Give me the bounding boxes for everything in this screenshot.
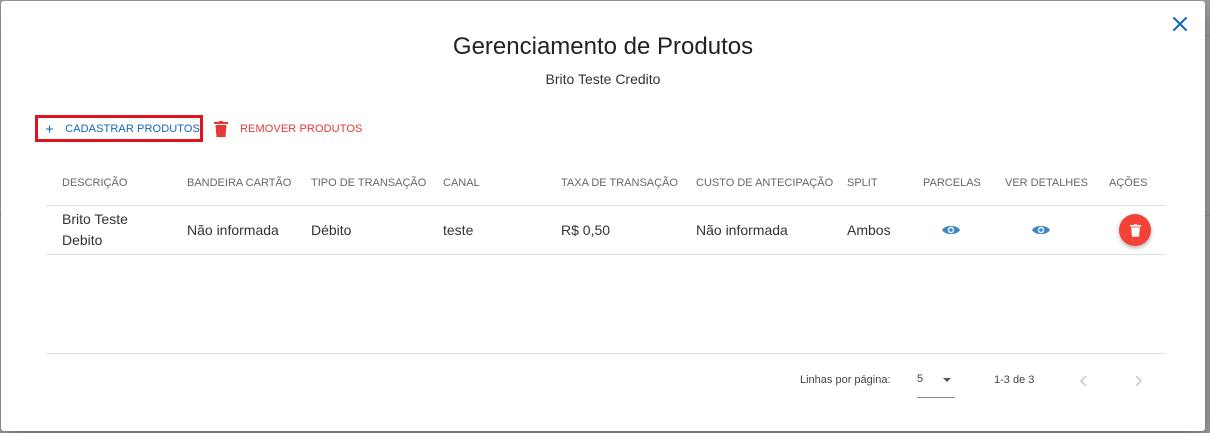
- column-header[interactable]: BANDEIRA CARTÃO: [171, 177, 295, 189]
- column-header: VER DETALHES: [1005, 177, 1088, 189]
- eye-icon[interactable]: [1032, 224, 1050, 236]
- cell-canal: teste: [443, 221, 474, 238]
- column-header[interactable]: TAXA DE TRANSAÇÃO: [545, 177, 680, 189]
- chevron-down-icon: [943, 378, 951, 382]
- dialog-title: Gerenciamento de Produtos: [452, 33, 754, 60]
- cell-taxa: R$ 0,50: [561, 221, 611, 238]
- trash-icon: [214, 120, 228, 137]
- column-header[interactable]: CANAL: [427, 177, 545, 189]
- plus-icon: [46, 124, 54, 133]
- cell-parcelas: [907, 224, 989, 236]
- cell-split: Ambos: [847, 221, 891, 238]
- add-products-button[interactable]: CADASTRAR PRODUTOS: [35, 115, 203, 142]
- cell-tipo: Débito: [311, 221, 352, 238]
- remove-products-button[interactable]: REMOVER PRODUTOS: [212, 115, 362, 142]
- column-header[interactable]: TIPO DE TRANSAÇÃO: [295, 177, 427, 189]
- remove-products-label: REMOVER PRODUTOS: [240, 122, 363, 135]
- rows-per-page-select[interactable]: 5: [917, 373, 955, 398]
- eye-icon[interactable]: [942, 224, 960, 236]
- next-page-icon[interactable]: [1130, 373, 1146, 389]
- cell-descricao: Brito Teste Debito: [62, 211, 128, 248]
- dialog-subtitle: Brito Teste Credito: [545, 71, 661, 87]
- cell-acoes: [1093, 214, 1166, 246]
- column-header: AÇÕES: [1109, 177, 1148, 189]
- product-management-dialog: Gerenciamento de Produtos Brito Teste Cr…: [1, 1, 1205, 431]
- table-row: Brito Teste Debito Não informada Débito …: [46, 206, 1166, 255]
- delete-product-button[interactable]: [1119, 214, 1151, 246]
- products-table: DESCRIÇÃO BANDEIRA CARTÃO TIPO DE TRANSA…: [46, 161, 1166, 255]
- table-header: DESCRIÇÃO BANDEIRA CARTÃO TIPO DE TRANSA…: [46, 161, 1166, 206]
- column-header[interactable]: CUSTO DE ANTECIPAÇÃO: [680, 177, 833, 189]
- close-icon[interactable]: [1171, 15, 1189, 33]
- trash-icon: [1129, 223, 1141, 237]
- column-header: PARCELAS: [923, 177, 981, 189]
- column-header[interactable]: DESCRIÇÃO: [46, 177, 171, 189]
- table-footer-divider: [46, 353, 1166, 354]
- rows-per-page-value: 5: [917, 373, 924, 385]
- cell-ver-detalhes: [989, 224, 1093, 236]
- add-products-label: CADASTRAR PRODUTOS: [65, 122, 200, 135]
- cell-custo: Não informada: [696, 221, 788, 238]
- column-header[interactable]: SPLIT: [831, 177, 907, 189]
- rows-per-page-label: Linhas por página:: [800, 374, 891, 386]
- previous-page-icon[interactable]: [1076, 373, 1092, 389]
- pagination-range: 1-3 de 3: [994, 374, 1035, 386]
- cell-bandeira: Não informada: [187, 221, 279, 238]
